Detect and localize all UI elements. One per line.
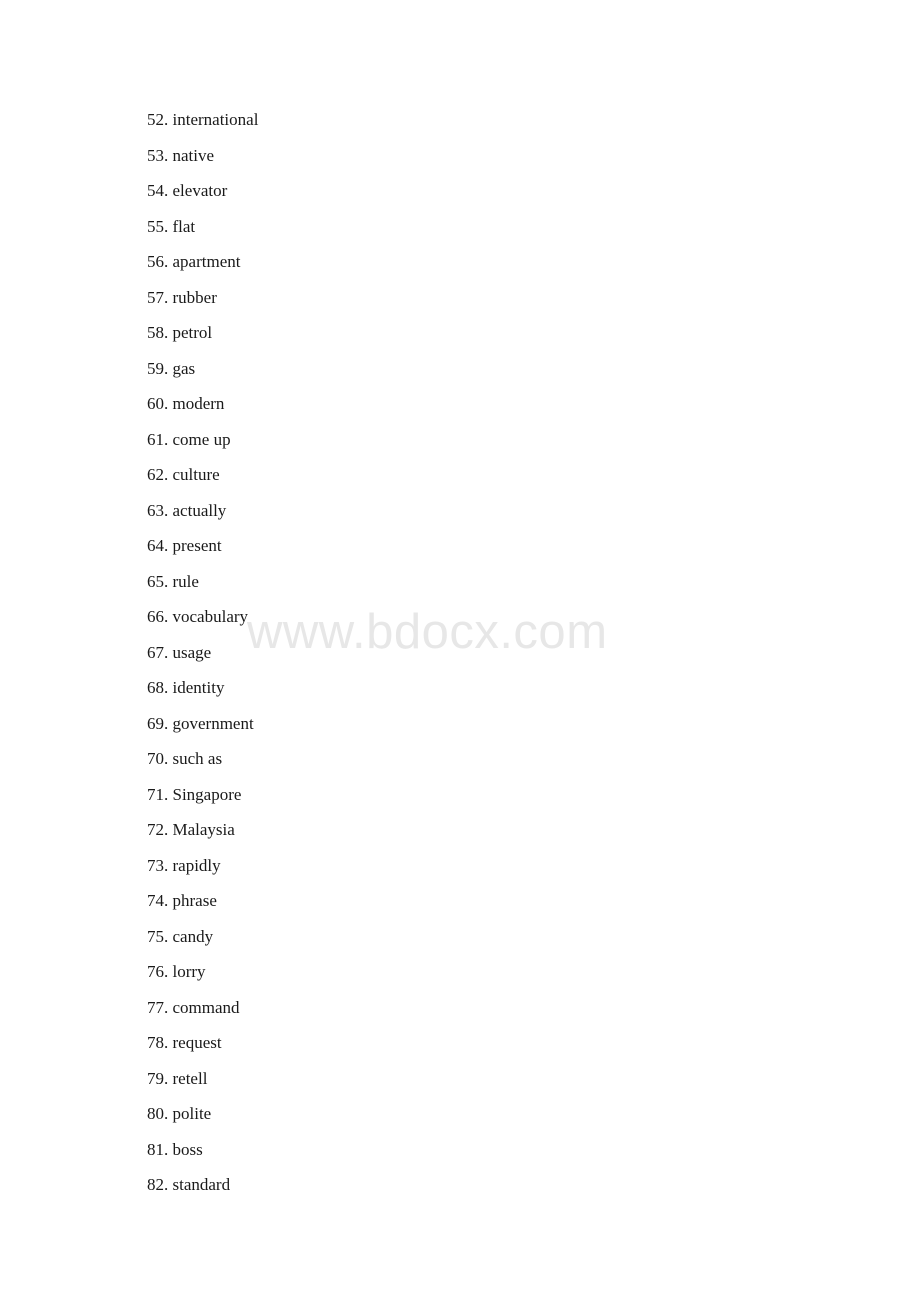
vocabulary-list-item: 66. vocabulary — [147, 607, 248, 627]
vocabulary-item-number: 54. — [147, 181, 169, 200]
vocabulary-item-number: 57. — [147, 287, 169, 307]
vocabulary-list-item: 81. boss — [147, 1140, 203, 1160]
vocabulary-item-number: 74. — [147, 891, 169, 910]
vocabulary-list-item: 61. come up — [147, 430, 231, 450]
vocabulary-item-number: 61. — [147, 429, 169, 449]
vocabulary-list-item: 54. elevator — [147, 181, 227, 201]
vocabulary-list-item: 56. apartment — [147, 252, 240, 272]
vocabulary-item-word: come up — [172, 429, 231, 449]
vocabulary-item-word: retell — [172, 1068, 208, 1088]
vocabulary-item-word: vocabulary — [172, 607, 249, 626]
vocabulary-item-number: 73. — [147, 855, 169, 875]
vocabulary-item-word: gas — [172, 358, 196, 378]
vocabulary-item-word: boss — [172, 1139, 203, 1159]
vocabulary-item-word: elevator — [172, 181, 228, 200]
vocabulary-item-word: identity — [172, 678, 225, 697]
vocabulary-item-number: 66. — [147, 607, 169, 626]
vocabulary-list-item: 77. command — [147, 998, 240, 1018]
vocabulary-item-word: lorry — [172, 962, 206, 981]
vocabulary-list-item: 76. lorry — [147, 962, 206, 982]
vocabulary-item-word: polite — [172, 1104, 212, 1123]
vocabulary-item-number: 58. — [147, 323, 169, 342]
vocabulary-item-word: culture — [172, 465, 220, 484]
vocabulary-list-item: 69. government — [147, 714, 254, 734]
vocabulary-item-word: request — [172, 1033, 222, 1052]
vocabulary-item-word: rubber — [172, 287, 217, 307]
vocabulary-item-word: petrol — [172, 323, 213, 342]
vocabulary-list-item: 65. rule — [147, 572, 199, 592]
vocabulary-item-number: 76. — [147, 962, 169, 981]
site-watermark: www.bdocx.com — [247, 605, 608, 659]
vocabulary-list-item: 73. rapidly — [147, 856, 221, 876]
vocabulary-item-word: international — [172, 110, 259, 129]
vocabulary-item-number: 72. — [147, 820, 169, 839]
vocabulary-item-number: 52. — [147, 110, 169, 129]
vocabulary-item-number: 77. — [147, 997, 169, 1017]
vocabulary-list-item: 62. culture — [147, 465, 220, 485]
vocabulary-list-item: 68. identity — [147, 678, 224, 698]
vocabulary-list-item: 72. Malaysia — [147, 820, 235, 840]
vocabulary-list-item: 53. native — [147, 146, 214, 166]
vocabulary-list-item: 60. modern — [147, 394, 224, 414]
vocabulary-item-number: 79. — [147, 1068, 169, 1088]
vocabulary-item-number: 71. — [147, 784, 169, 804]
vocabulary-item-word: such as — [172, 749, 223, 768]
vocabulary-item-word: phrase — [172, 891, 217, 910]
vocabulary-item-number: 63. — [147, 500, 169, 520]
vocabulary-list-item: 64. present — [147, 536, 222, 556]
vocabulary-item-number: 53. — [147, 145, 169, 165]
vocabulary-list-item: 59. gas — [147, 359, 195, 379]
vocabulary-list-item: 57. rubber — [147, 288, 217, 308]
vocabulary-list-item: 58. petrol — [147, 323, 212, 343]
vocabulary-item-number: 80. — [147, 1104, 169, 1123]
vocabulary-list-item: 80. polite — [147, 1104, 211, 1124]
vocabulary-list-item: 74. phrase — [147, 891, 217, 911]
vocabulary-item-word: apartment — [172, 252, 241, 271]
vocabulary-list-item: 78. request — [147, 1033, 222, 1053]
vocabulary-list-item: 63. actually — [147, 501, 226, 521]
vocabulary-item-word: actually — [172, 500, 227, 520]
vocabulary-item-number: 65. — [147, 571, 169, 591]
vocabulary-item-number: 69. — [147, 713, 169, 733]
vocabulary-list-item: 82. standard — [147, 1175, 230, 1195]
vocabulary-list-item: 52. international — [147, 110, 258, 130]
vocabulary-item-number: 56. — [147, 252, 169, 271]
vocabulary-item-number: 70. — [147, 749, 169, 768]
vocabulary-item-word: command — [172, 997, 240, 1017]
vocabulary-item-number: 68. — [147, 678, 169, 697]
vocabulary-item-number: 75. — [147, 926, 169, 946]
vocabulary-item-number: 82. — [147, 1175, 169, 1194]
vocabulary-list-item: 70. such as — [147, 749, 222, 769]
vocabulary-item-number: 81. — [147, 1139, 169, 1159]
vocabulary-item-number: 64. — [147, 536, 169, 555]
vocabulary-item-number: 55. — [147, 216, 169, 236]
vocabulary-item-word: government — [172, 713, 254, 733]
vocabulary-item-word: usage — [172, 642, 212, 662]
vocabulary-list-item: 71. Singapore — [147, 785, 241, 805]
vocabulary-item-number: 67. — [147, 642, 169, 662]
vocabulary-item-word: present — [172, 536, 222, 555]
vocabulary-item-word: modern — [172, 394, 225, 413]
vocabulary-item-number: 60. — [147, 394, 169, 413]
vocabulary-item-word: rule — [172, 571, 199, 591]
vocabulary-item-word: standard — [172, 1175, 231, 1194]
vocabulary-item-number: 62. — [147, 465, 169, 484]
vocabulary-item-number: 59. — [147, 358, 169, 378]
vocabulary-item-word: flat — [172, 216, 196, 236]
vocabulary-item-word: rapidly — [172, 855, 221, 875]
vocabulary-item-number: 78. — [147, 1033, 169, 1052]
vocabulary-item-word: Malaysia — [172, 820, 235, 839]
vocabulary-list-item: 79. retell — [147, 1069, 207, 1089]
document-page: www.bdocx.com 52. international 53. nativ… — [0, 0, 920, 1302]
vocabulary-list-item: 55. flat — [147, 217, 195, 237]
vocabulary-list-item: 67. usage — [147, 643, 211, 663]
vocabulary-item-word: Singapore — [172, 784, 242, 804]
vocabulary-item-word: native — [172, 145, 215, 165]
vocabulary-item-word: candy — [172, 926, 214, 946]
vocabulary-list-item: 75. candy — [147, 927, 213, 947]
